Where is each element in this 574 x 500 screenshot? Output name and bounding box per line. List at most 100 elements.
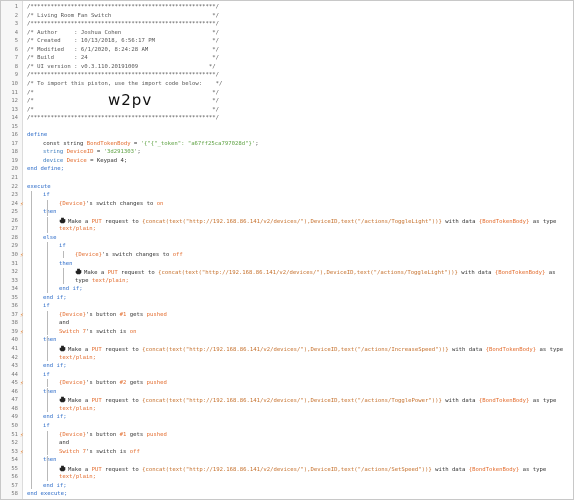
code-token: /* UI version : v0.3.110.20191009 */ <box>27 63 216 70</box>
code-token: if <box>59 243 66 250</box>
code-token: on <box>129 328 137 335</box>
code-token: Make a <box>68 218 92 225</box>
code-token: PUT <box>91 466 102 473</box>
code-token: {Device} <box>59 311 86 318</box>
code-token: define <box>27 132 48 139</box>
code-token: {BondTokenBody} <box>478 398 530 405</box>
code-token: text/plain; <box>59 354 97 361</box>
block-guide <box>47 430 51 456</box>
code-token: pushed <box>146 311 167 318</box>
code-token: = <box>130 140 141 147</box>
code-token: if <box>43 422 50 429</box>
code-token: 's switch changes to <box>101 251 173 258</box>
code-token: end define; <box>27 166 65 173</box>
code-token: PUT <box>91 398 102 405</box>
code-token: on <box>156 200 164 207</box>
code-token: {Device} <box>59 431 86 438</box>
code-token: off <box>172 251 183 258</box>
code-token: 's switch is <box>85 328 130 335</box>
block-guide <box>31 302 35 370</box>
block-guide <box>47 336 51 362</box>
code-token: /* Author : Joshua Cohen */ <box>27 29 219 36</box>
code-token: Make a <box>84 270 108 277</box>
code-token: and <box>59 440 70 447</box>
code-token: end if; <box>43 482 67 489</box>
code-token: /* Modified : 6/1/2020, 8:24:28 AM */ <box>27 46 219 53</box>
code-token: gets <box>126 380 147 387</box>
code-token: {Device} <box>59 200 86 207</box>
code-token: /***************************************… <box>27 115 219 122</box>
code-token: /* Living Room Fan Switch */ <box>27 12 219 19</box>
code-token: Switch 7 <box>59 448 86 455</box>
code-token: pushed <box>146 380 167 387</box>
block-guide <box>47 387 51 413</box>
code-token: with data <box>431 466 469 473</box>
block-guide <box>31 421 35 490</box>
code-token: request to <box>101 398 143 405</box>
block-guide <box>31 370 35 421</box>
code-line: 58 end execute; <box>1 490 573 499</box>
code-token: request to <box>101 347 143 353</box>
fist-bump-icon <box>59 217 66 224</box>
code-token: 's switch changes to <box>85 200 157 207</box>
code-token: 's switch is <box>85 448 130 455</box>
code-token: PUT <box>91 218 102 225</box>
code-token: 's button <box>85 431 120 438</box>
code-token: {concat(text("http://192.168.86.141/v2/d… <box>142 466 432 473</box>
code-token: as type <box>529 218 557 225</box>
block-guide <box>47 216 51 233</box>
import-code: w2pv <box>108 91 153 109</box>
code-token: pushed <box>146 431 167 438</box>
code-token: 's button <box>85 311 120 318</box>
code-token: and <box>59 320 70 327</box>
code-token: {Device} <box>75 251 102 258</box>
code-token: BondTokenBody <box>86 140 131 147</box>
code-token: Switch 7 <box>59 328 86 335</box>
code-token: with data <box>448 347 486 353</box>
code-token: text/plain; <box>91 277 129 284</box>
code-token: 's button <box>85 380 120 387</box>
code-token: {Device} <box>59 380 86 387</box>
code-token: as type <box>519 466 547 473</box>
code-token: gets <box>126 431 147 438</box>
code-token: as <box>545 270 556 277</box>
code-token: text/plain; <box>59 226 97 233</box>
code-token: if <box>43 371 50 378</box>
block-guide <box>47 456 51 481</box>
code-token: /***************************************… <box>27 72 219 79</box>
code-token: end if; <box>59 286 83 293</box>
code-token: request to <box>101 466 143 473</box>
code-token: ; <box>137 149 141 156</box>
block-guide <box>63 268 67 285</box>
fist-bump-icon <box>75 268 82 275</box>
block-guide <box>47 379 51 387</box>
code-token: end execute; <box>27 491 68 498</box>
code-token: '{"{"_token": "a67ff25ca797028d"}' <box>140 140 256 147</box>
code-token: gets <box>126 311 147 318</box>
code-token: with data <box>457 270 495 277</box>
block-guide <box>47 242 51 293</box>
code-token: type <box>75 277 92 284</box>
code-token: {BondTokenBody} <box>494 270 546 277</box>
code-token: device <box>43 157 67 164</box>
piston-code-viewer: 1/**************************************… <box>0 0 574 500</box>
code-token: = <box>93 149 104 156</box>
code-token: Make a <box>68 398 92 405</box>
code-token: /* To import this piston, use the import… <box>27 80 223 87</box>
code-token: Device <box>66 157 87 164</box>
code-text: end execute; <box>27 490 67 499</box>
code-token: end if; <box>43 294 67 301</box>
code-token: {concat(text("http://192.168.86.141/v2/d… <box>142 398 442 405</box>
code-token: const string <box>43 140 87 147</box>
code-token: string <box>43 149 67 156</box>
block-guide <box>63 250 67 259</box>
code-token: {concat(text("http://192.168.86.141/v2/d… <box>142 218 442 225</box>
code-token: {concat(text("http://192.168.86.141/v2/d… <box>142 347 449 353</box>
code-token: off <box>129 448 140 455</box>
fist-bump-icon <box>59 345 66 352</box>
code-token: end if; <box>43 363 67 370</box>
code-token: with data <box>441 218 479 225</box>
code-token: as type <box>529 398 557 405</box>
code-token: request to <box>117 270 159 277</box>
code-token: as type <box>536 347 564 353</box>
